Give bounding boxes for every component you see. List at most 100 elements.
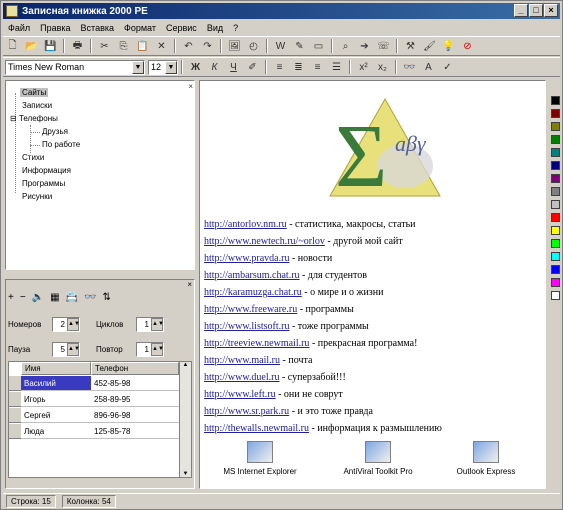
grid-scrollbar[interactable]: ▲ ▼ <box>179 362 191 477</box>
tree-item-friends[interactable]: Друзья <box>42 127 68 136</box>
link-url[interactable]: http://www.sr.park.ru <box>204 406 289 417</box>
binoculars-icon[interactable]: 👓 <box>401 59 418 75</box>
color-swatch[interactable] <box>551 122 560 131</box>
menu-view[interactable]: Вид <box>202 23 228 33</box>
bold-button[interactable]: Ж <box>187 59 204 75</box>
spin-icon[interactable]: ▲▼ <box>151 343 164 356</box>
paste-icon[interactable]: 📋 <box>134 38 151 54</box>
underline-button[interactable]: Ч <box>225 59 242 75</box>
link-url[interactable]: http://thewalls.newmail.ru <box>204 423 309 434</box>
nomerov-input[interactable]: 2 ▲▼ <box>52 317 80 332</box>
link-url[interactable]: http://karamuzga.chat.ru <box>204 287 302 298</box>
subscript-icon[interactable]: x₂ <box>374 59 391 75</box>
binoculars-icon[interactable]: 👓 <box>84 292 96 303</box>
color-swatch[interactable] <box>551 291 560 300</box>
tree-item-pictures[interactable]: Рисунки <box>22 192 52 201</box>
picture-icon[interactable]: ▭ <box>310 38 327 54</box>
color-swatch[interactable] <box>551 278 560 287</box>
tree-item-poems[interactable]: Стихи <box>22 153 44 162</box>
italic-button[interactable]: К <box>206 59 223 75</box>
cut-icon[interactable]: ✂ <box>96 38 113 54</box>
table-cell-phone[interactable]: 125-85-78 <box>91 424 179 439</box>
note-editor[interactable]: Σ aβγ http://antorlov.nm.ru - статистика… <box>199 80 546 489</box>
link-url[interactable]: http://www.freeware.ru <box>204 304 297 315</box>
superscript-icon[interactable]: x² <box>355 59 372 75</box>
shortcut-ie[interactable]: MS Internet Explorer <box>210 441 310 476</box>
link-url[interactable]: http://treeview.newmail.ru <box>204 338 309 349</box>
color-swatch[interactable] <box>551 109 560 118</box>
chevron-down-icon[interactable]: ▼ <box>165 60 177 74</box>
color-swatch[interactable] <box>551 135 560 144</box>
spin-icon[interactable]: ▲▼ <box>151 318 164 331</box>
menu-edit[interactable]: Правка <box>35 23 75 33</box>
bulb-icon[interactable]: 💡 <box>440 38 457 54</box>
color-swatch[interactable] <box>551 265 560 274</box>
link-url[interactable]: http://ambarsum.chat.ru <box>204 270 300 281</box>
minimize-button[interactable]: _ <box>514 4 528 17</box>
font-size-select[interactable]: 12 ▼ <box>148 59 178 75</box>
chevron-down-icon[interactable]: ▼ <box>132 60 144 74</box>
find-icon[interactable]: ⌕ <box>337 38 354 54</box>
color-swatch[interactable] <box>551 200 560 209</box>
link-url[interactable]: http://www.left.ru <box>204 389 276 400</box>
menu-insert[interactable]: Вставка <box>76 23 119 33</box>
clock-icon[interactable]: ◴ <box>245 38 262 54</box>
pauza-input[interactable]: 5 ▲▼ <box>52 342 80 357</box>
phone-icon[interactable]: ☏ <box>375 38 392 54</box>
image-icon[interactable]: 🖼 <box>226 38 243 54</box>
tree-item-sites[interactable]: Сайты <box>20 88 49 97</box>
table-cell-name[interactable]: Игорь <box>21 392 91 407</box>
remove-icon[interactable]: − <box>20 292 26 303</box>
color-swatch[interactable] <box>551 239 560 248</box>
list-icon[interactable]: ☰ <box>328 59 345 75</box>
table-cell-name[interactable]: Люда <box>21 424 91 439</box>
table-cell-name[interactable]: Василий <box>21 376 91 391</box>
text-color-button[interactable]: A <box>420 59 437 75</box>
tree-item-programs[interactable]: Программы <box>22 179 65 188</box>
color-swatch[interactable] <box>551 252 560 261</box>
link-url[interactable]: http://www.pravda.ru <box>204 253 289 264</box>
scroll-down-icon[interactable]: ▼ <box>180 471 191 477</box>
spellcheck-icon[interactable]: ✓ <box>439 59 456 75</box>
scroll-up-icon[interactable]: ▲ <box>180 362 191 368</box>
shortcut-outlook[interactable]: Outlook Express <box>436 441 536 476</box>
brush-icon[interactable]: 🖌 <box>421 38 438 54</box>
color-swatch[interactable] <box>551 96 560 105</box>
column-header-name[interactable]: Имя <box>21 362 91 375</box>
print-icon[interactable]: 🖶 <box>69 38 86 54</box>
menu-file[interactable]: Файл <box>3 23 35 33</box>
arrow-icon[interactable]: ➔ <box>356 38 373 54</box>
font-select[interactable]: Times New Roman ▼ <box>5 59 145 75</box>
menu-format[interactable]: Формат <box>119 23 161 33</box>
povtor-input[interactable]: 1 ▲▼ <box>136 342 164 357</box>
color-swatch[interactable] <box>551 174 560 183</box>
open-icon[interactable]: 📂 <box>23 38 40 54</box>
new-icon[interactable]: 🗋 <box>4 38 21 54</box>
link-url[interactable]: http://www.listsoft.ru <box>204 321 289 332</box>
menu-service[interactable]: Сервис <box>161 23 202 33</box>
link-url[interactable]: http://www.newtech.ru/~orlov <box>204 236 325 247</box>
table-cell-name[interactable]: Сергей <box>21 408 91 423</box>
maximize-button[interactable]: □ <box>529 4 543 17</box>
add-icon[interactable]: + <box>8 292 14 303</box>
color-swatch[interactable] <box>551 187 560 196</box>
sort-icon[interactable]: ⇅ <box>103 292 111 303</box>
tree-item-info[interactable]: Информация <box>22 166 71 175</box>
align-center-icon[interactable]: ≣ <box>290 59 307 75</box>
table-cell-phone[interactable]: 896-96-98 <box>91 408 179 423</box>
copy-icon[interactable]: ⎘ <box>115 38 132 54</box>
align-left-icon[interactable]: ≡ <box>271 59 288 75</box>
color-swatch[interactable] <box>551 161 560 170</box>
column-header-phone[interactable]: Телефон <box>91 362 179 375</box>
collapse-icon[interactable]: ⊟ <box>10 114 17 123</box>
row-header[interactable] <box>9 392 21 407</box>
speaker-icon[interactable]: 🔈 <box>32 292 44 303</box>
link-url[interactable]: http://www.mail.ru <box>204 355 280 366</box>
link-url[interactable]: http://antorlov.nm.ru <box>204 219 287 230</box>
color-swatch[interactable] <box>551 148 560 157</box>
table-cell-phone[interactable]: 452-85-98 <box>91 376 179 391</box>
save-icon[interactable]: 💾 <box>42 38 59 54</box>
close-icon[interactable]: × <box>188 82 193 91</box>
shortcut-antiviral[interactable]: AntiViral Toolkit Pro <box>328 441 428 476</box>
calendar-icon[interactable]: ▦ <box>50 292 59 303</box>
